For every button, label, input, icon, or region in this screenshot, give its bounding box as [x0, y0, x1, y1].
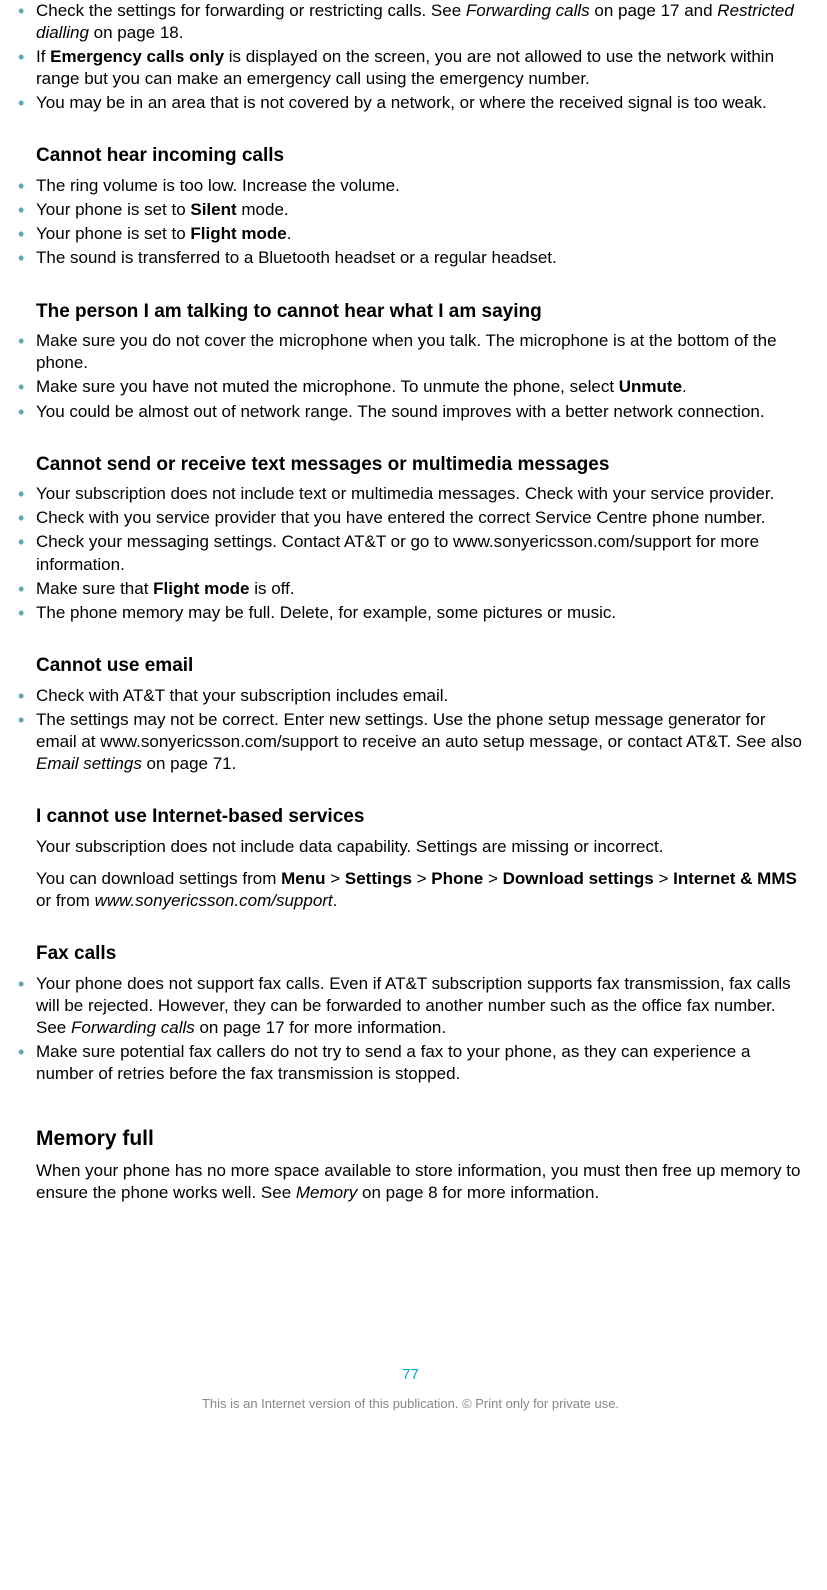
list-item: Your subscription does not include text … — [14, 483, 807, 505]
bullet-list: The ring volume is too low. Increase the… — [14, 175, 807, 269]
list-item: Check the settings for forwarding or res… — [14, 0, 807, 44]
list-item: Your phone is set to Silent mode. — [14, 199, 807, 221]
list-item: Make sure that Flight mode is off. — [14, 578, 807, 600]
heading-memory-full: Memory full — [14, 1125, 807, 1152]
heading-internet-services: I cannot use Internet-based services — [14, 805, 807, 830]
heading-cannot-use-email: Cannot use email — [14, 654, 807, 679]
list-item: The ring volume is too low. Increase the… — [14, 175, 807, 197]
list-item: The sound is transferred to a Bluetooth … — [14, 247, 807, 269]
heading-person-cannot-hear: The person I am talking to cannot hear w… — [14, 300, 807, 325]
bullet-list: Your phone does not support fax calls. E… — [14, 973, 807, 1085]
top-bullet-list: Check the settings for forwarding or res… — [14, 0, 807, 114]
list-item: Your phone does not support fax calls. E… — [14, 973, 807, 1039]
heading-cannot-send-messages: Cannot send or receive text messages or … — [14, 453, 807, 478]
list-item: Check your messaging settings. Contact A… — [14, 531, 807, 575]
paragraph: When your phone has no more space availa… — [14, 1160, 807, 1204]
list-item: Check with you service provider that you… — [14, 507, 807, 529]
list-item: Check with AT&T that your subscription i… — [14, 685, 807, 707]
document-page: Check the settings for forwarding or res… — [0, 0, 827, 1413]
list-item: The settings may not be correct. Enter n… — [14, 709, 807, 775]
list-item: You could be almost out of network range… — [14, 401, 807, 423]
list-item: You may be in an area that is not covere… — [14, 92, 807, 114]
list-item: Make sure potential fax callers do not t… — [14, 1041, 807, 1085]
page-number: 77 — [14, 1365, 807, 1385]
list-item: The phone memory may be full. Delete, fo… — [14, 602, 807, 624]
bullet-list: Check with AT&T that your subscription i… — [14, 685, 807, 775]
list-item: If Emergency calls only is displayed on … — [14, 46, 807, 90]
heading-fax-calls: Fax calls — [14, 942, 807, 967]
bullet-list: Make sure you do not cover the microphon… — [14, 330, 807, 422]
list-item: Your phone is set to Flight mode. — [14, 223, 807, 245]
list-item: Make sure you do not cover the microphon… — [14, 330, 807, 374]
list-item: Make sure you have not muted the microph… — [14, 376, 807, 398]
paragraph: Your subscription does not include data … — [14, 836, 807, 858]
footer-text: This is an Internet version of this publ… — [14, 1396, 807, 1413]
heading-cannot-hear-incoming: Cannot hear incoming calls — [14, 144, 807, 169]
paragraph: You can download settings from Menu > Se… — [14, 868, 807, 912]
bullet-list: Your subscription does not include text … — [14, 483, 807, 624]
